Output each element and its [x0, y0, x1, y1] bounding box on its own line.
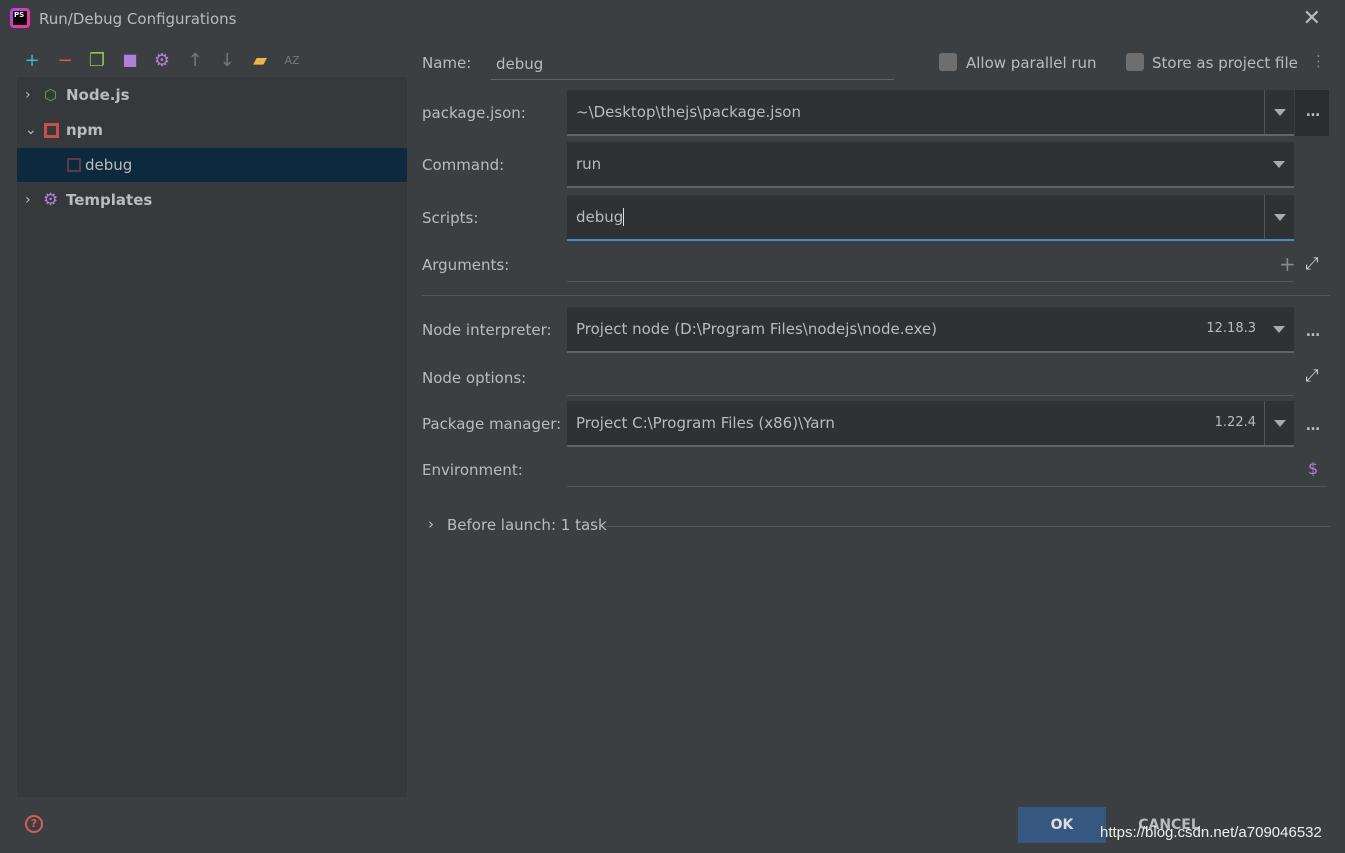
node-interpreter-label: Node interpreter:	[422, 321, 552, 339]
close-icon[interactable]: ✕	[1303, 6, 1321, 31]
settings-icon[interactable]: ⚙	[151, 50, 173, 71]
arguments-label: Arguments:	[422, 256, 510, 274]
name-input[interactable]: debug	[491, 52, 894, 80]
expand-icon[interactable]: ⤢	[1305, 254, 1319, 274]
store-project-label: Store as project file	[1152, 54, 1298, 72]
dropdown-arrow-icon[interactable]	[1264, 142, 1294, 186]
node-options-label: Node options:	[422, 369, 527, 387]
more-options-icon[interactable]: ⋮	[1311, 52, 1326, 70]
chevron-right-icon[interactable]: ›	[25, 78, 31, 112]
node-options-input[interactable]	[567, 395, 1294, 396]
nodejs-icon: ⬡	[44, 86, 58, 104]
environment-label: Environment:	[422, 461, 523, 479]
tree-item-npm[interactable]: ⌄ npm	[17, 113, 407, 147]
browse-button[interactable]: …	[1295, 90, 1329, 136]
app-logo: PS	[10, 8, 30, 28]
watermark: https://blog.csdn.net/a709046532	[1100, 824, 1322, 841]
ok-button[interactable]: OK	[1018, 807, 1106, 843]
node-interpreter-select[interactable]: Project node (D:\Program Files\nodejs\no…	[567, 307, 1294, 353]
package-manager-select[interactable]: Project C:\Program Files (x86)\Yarn 1.22.…	[567, 401, 1294, 447]
remove-icon[interactable]: −	[54, 50, 76, 71]
sort-az-icon[interactable]: AZ	[281, 54, 303, 67]
copy-icon[interactable]: ❐	[86, 50, 108, 71]
chevron-down-icon[interactable]: ⌄	[25, 113, 37, 147]
help-icon[interactable]: ?	[25, 815, 43, 833]
tree-item-templates[interactable]: › ⚙ Templates	[17, 183, 407, 217]
store-project-checkbox[interactable]	[1126, 53, 1144, 71]
allow-parallel-checkbox[interactable]	[939, 53, 957, 71]
move-down-icon[interactable]: ↓	[216, 50, 238, 71]
dropdown-arrow-icon[interactable]	[1264, 307, 1294, 351]
divider	[422, 295, 1330, 296]
npm-icon	[67, 158, 81, 172]
divider	[604, 526, 1330, 527]
add-icon[interactable]: +	[1279, 252, 1296, 276]
move-up-icon[interactable]: ↑	[184, 50, 206, 71]
name-label: Name:	[422, 54, 472, 72]
dropdown-arrow-icon[interactable]	[1264, 195, 1294, 239]
ellipsis-icon: …	[1306, 104, 1320, 120]
arguments-input[interactable]	[567, 281, 1294, 282]
package-json-select[interactable]: ~\Desktop\thejs\package.json	[567, 90, 1294, 136]
ellipsis-icon[interactable]: …	[1306, 418, 1320, 434]
new-folder-icon[interactable]: ▰	[249, 50, 271, 71]
dollar-icon[interactable]: $	[1308, 459, 1318, 478]
before-launch-toggle[interactable]: Before launch: 1 task	[447, 516, 607, 534]
chevron-right-icon[interactable]: ›	[25, 183, 31, 217]
chevron-right-icon[interactable]: ›	[428, 515, 434, 533]
config-tree: › ⬡ Node.js ⌄ npm debug › ⚙ Templates	[17, 77, 407, 797]
scripts-label: Scripts:	[422, 209, 479, 227]
dropdown-arrow-icon[interactable]	[1264, 401, 1294, 445]
environment-input[interactable]	[567, 486, 1327, 487]
scripts-select[interactable]: debug​	[567, 195, 1294, 241]
dropdown-arrow-icon[interactable]	[1264, 90, 1294, 134]
command-select[interactable]: run	[567, 142, 1294, 188]
command-label: Command:	[422, 156, 505, 174]
expand-icon[interactable]: ⤢	[1305, 366, 1319, 386]
save-icon[interactable]: ■	[119, 50, 141, 69]
tree-item-debug[interactable]: debug	[17, 148, 407, 182]
window-title: Run/Debug Configurations	[39, 10, 237, 28]
add-icon[interactable]: +	[21, 50, 43, 71]
gear-icon: ⚙	[43, 190, 59, 210]
allow-parallel-label: Allow parallel run	[966, 54, 1097, 72]
npm-icon	[44, 123, 59, 138]
tree-item-nodejs[interactable]: › ⬡ Node.js	[17, 78, 407, 112]
ellipsis-icon[interactable]: …	[1306, 324, 1320, 340]
package-manager-label: Package manager:	[422, 415, 562, 433]
package-json-label: package.json:	[422, 104, 526, 122]
